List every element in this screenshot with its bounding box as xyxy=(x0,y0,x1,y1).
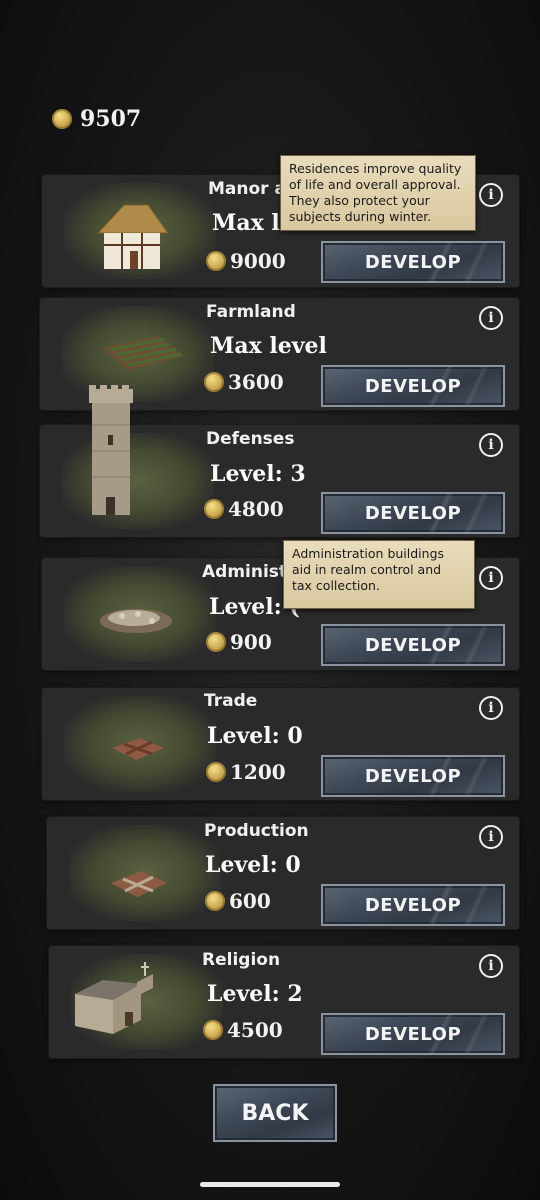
building-cost: 1200 xyxy=(206,760,286,784)
info-icon[interactable]: i xyxy=(479,825,503,849)
building-thumbnail xyxy=(62,433,214,529)
coin-icon xyxy=(204,372,224,392)
building-cost: 9000 xyxy=(206,249,286,273)
thatched-house-icon xyxy=(96,204,169,269)
building-level: Level: 2 xyxy=(207,981,303,1007)
building-level: Level: 0 xyxy=(207,723,303,749)
tooltip-line: aid in realm control and xyxy=(292,562,442,577)
trade-plot-icon xyxy=(112,738,164,760)
chapel-icon xyxy=(75,962,153,1034)
cost-value: 4800 xyxy=(228,497,284,521)
coin-icon xyxy=(206,632,226,652)
building-cost: 4800 xyxy=(204,497,284,521)
stone-tower-icon xyxy=(89,385,133,515)
field-icon xyxy=(102,336,184,370)
building-title: Trade xyxy=(204,691,258,711)
develop-button[interactable]: DEVELOP xyxy=(321,624,505,666)
residences-tooltip: Residences improve quality of life and o… xyxy=(280,155,476,231)
tooltip-line: of life and overall approval. xyxy=(289,177,461,192)
info-icon[interactable]: i xyxy=(479,566,503,590)
develop-button[interactable]: DEVELOP xyxy=(321,492,505,534)
tooltip-line: Residences improve quality xyxy=(289,161,462,176)
building-level: Level: 0 xyxy=(205,852,301,878)
rubble-icon xyxy=(100,609,172,633)
building-cost: 600 xyxy=(205,889,271,913)
building-title: Religion xyxy=(202,950,281,970)
cost-value: 9000 xyxy=(230,249,286,273)
develop-button[interactable]: DEVELOP xyxy=(321,365,505,407)
building-cost: 900 xyxy=(206,630,272,654)
building-card-production: Production Level: 0 600 i DEVELOP xyxy=(47,817,519,929)
develop-button[interactable]: DEVELOP xyxy=(321,241,505,283)
building-level: Level: 3 xyxy=(210,461,306,487)
building-card-religion: Religion Level: 2 4500 i DEVELOP xyxy=(49,946,519,1058)
tooltip-line: They also protect your xyxy=(289,193,430,208)
gold-value: 9507 xyxy=(80,106,142,132)
building-title: Administ xyxy=(202,562,288,582)
building-title: Manor a xyxy=(208,179,286,199)
coin-icon xyxy=(206,251,226,271)
info-icon[interactable]: i xyxy=(479,433,503,457)
building-thumbnail xyxy=(62,306,214,402)
building-thumbnail xyxy=(69,825,221,921)
info-icon[interactable]: i xyxy=(479,954,503,978)
coin-icon xyxy=(205,891,225,911)
cost-value: 4500 xyxy=(227,1018,283,1042)
building-thumbnail xyxy=(64,696,216,792)
cost-value: 1200 xyxy=(230,760,286,784)
gold-counter: 9507 xyxy=(52,106,141,132)
coin-icon xyxy=(206,762,226,782)
cost-value: 3600 xyxy=(228,370,284,394)
info-icon[interactable]: i xyxy=(479,306,503,330)
building-level: Max level xyxy=(210,333,327,359)
coin-icon xyxy=(204,499,224,519)
building-thumbnail xyxy=(64,183,216,279)
tooltip-line: subjects during winter. xyxy=(289,209,432,224)
administration-tooltip: Administration buildings aid in realm co… xyxy=(283,540,475,609)
coin-icon xyxy=(52,109,72,129)
tooltip-line: Administration buildings xyxy=(292,546,445,561)
cost-value: 600 xyxy=(229,889,271,913)
cost-value: 900 xyxy=(230,630,272,654)
building-title: Farmland xyxy=(206,302,296,322)
develop-button[interactable]: DEVELOP xyxy=(321,1013,505,1055)
home-indicator[interactable] xyxy=(200,1182,340,1187)
building-title: Production xyxy=(204,821,309,841)
develop-button[interactable]: DEVELOP xyxy=(321,884,505,926)
production-plot-icon xyxy=(111,871,167,897)
building-thumbnail xyxy=(64,566,216,662)
coin-icon xyxy=(203,1020,223,1040)
develop-button[interactable]: DEVELOP xyxy=(321,755,505,797)
building-cost: 4500 xyxy=(203,1018,283,1042)
tooltip-line: tax collection. xyxy=(292,578,380,593)
building-card-trade: Trade Level: 0 1200 i DEVELOP xyxy=(42,688,519,800)
building-title: Defenses xyxy=(206,429,295,449)
building-thumbnail xyxy=(71,954,223,1050)
info-icon[interactable]: i xyxy=(479,183,503,207)
info-icon[interactable]: i xyxy=(479,696,503,720)
building-cost: 3600 xyxy=(204,370,284,394)
back-button[interactable]: BACK xyxy=(213,1084,337,1142)
